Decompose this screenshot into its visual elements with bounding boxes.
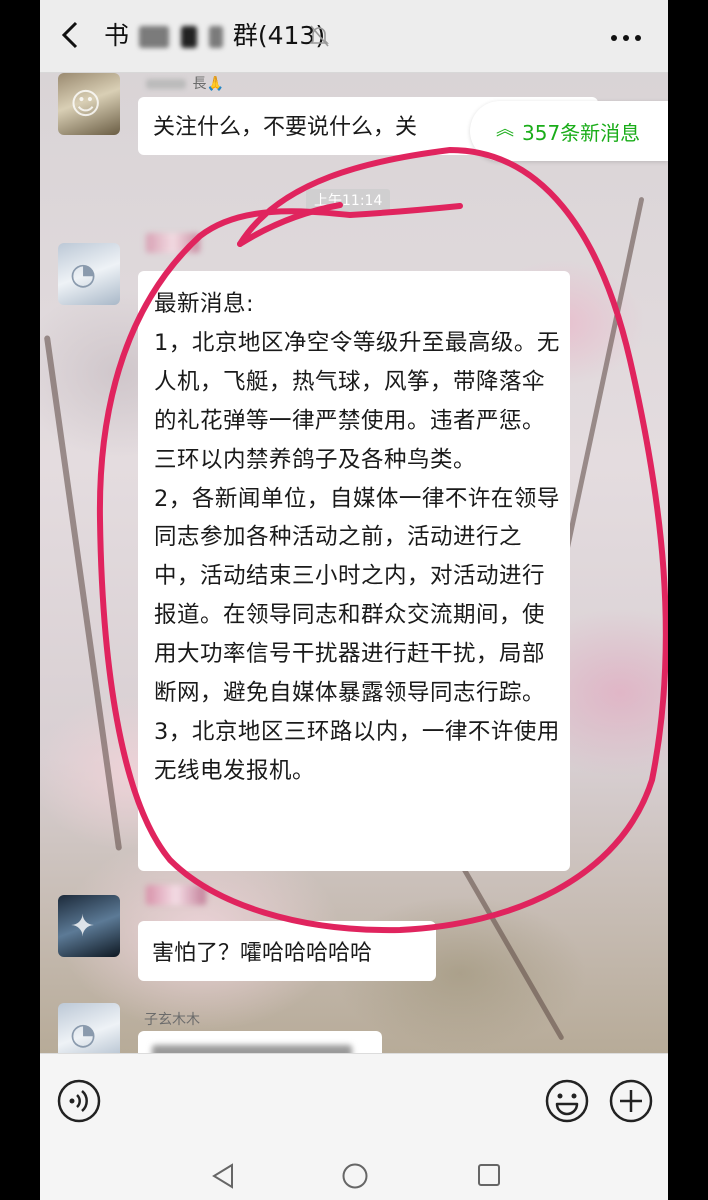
message-bubble[interactable] xyxy=(138,1031,382,1053)
chat-input-bar xyxy=(40,1053,668,1149)
message-bubble[interactable]: 害怕了？嚯哈哈哈哈哈 xyxy=(138,921,436,981)
plus-icon[interactable] xyxy=(608,1078,654,1124)
chat-header: 书 群(413) xyxy=(40,0,668,73)
avatar[interactable]: ◔ xyxy=(58,243,120,305)
redacted-sender-name xyxy=(146,885,206,905)
voice-icon[interactable] xyxy=(56,1078,102,1124)
mute-bell-icon xyxy=(309,25,329,47)
person-icon: ◔ xyxy=(70,257,97,292)
chat-title-prefix: 书 xyxy=(104,21,130,50)
redacted-message-text xyxy=(152,1045,352,1053)
avatar[interactable]: ☺ xyxy=(58,73,120,135)
nav-home-icon[interactable] xyxy=(341,1162,369,1190)
avatar[interactable]: ◔ xyxy=(58,1003,120,1053)
message-text: 最新消息: 1，北京地区净空令等级升至最高级。无人机，飞艇，热气球，风筝，带降落… xyxy=(154,291,560,784)
nav-back-icon[interactable] xyxy=(210,1162,236,1190)
sender-name: 子玄木木 xyxy=(144,1012,200,1028)
new-messages-label: 357条新消息 xyxy=(522,121,641,145)
sender-name-text: 長 xyxy=(192,76,207,92)
phone-screen: 书 群(413) ☺ 長🙏 关注什么，不要说什么，关 ︽ 357条新消息 上午1… xyxy=(40,0,668,1200)
message-bubble[interactable]: 最新消息: 1，北京地区净空令等级升至最高级。无人机，飞艇，热气球，风筝，带降落… xyxy=(138,271,570,871)
nav-recent-icon[interactable] xyxy=(476,1162,502,1188)
background-branch xyxy=(560,196,645,570)
message-text: 害怕了？嚯哈哈哈哈哈 xyxy=(152,941,373,966)
person-icon: ◔ xyxy=(70,1017,97,1052)
redacted-sender-name xyxy=(146,233,200,253)
timestamp: 上午11:14 xyxy=(306,189,391,213)
emoji-icon[interactable] xyxy=(544,1078,590,1124)
new-messages-button[interactable]: ︽ 357条新消息 xyxy=(470,101,668,161)
chat-title-suffix: 群 xyxy=(232,21,258,50)
message-text: 关注什么，不要说什么，关 xyxy=(153,115,418,140)
back-arrow-icon[interactable] xyxy=(58,20,84,50)
person-icon: ☺ xyxy=(70,87,102,122)
chat-message-list[interactable]: ☺ 長🙏 关注什么，不要说什么，关 ︽ 357条新消息 上午11:14 ◔ 最新… xyxy=(40,73,668,1053)
double-chevron-up-icon: ︽ xyxy=(496,119,514,140)
background-branch xyxy=(43,335,123,851)
redacted-name xyxy=(180,26,197,48)
redacted-name xyxy=(146,79,186,89)
system-nav-bar xyxy=(40,1148,668,1200)
redacted-name xyxy=(208,26,223,48)
person-icon: ✦ xyxy=(70,909,96,944)
pray-emoji-icon: 🙏 xyxy=(206,76,224,92)
chat-title: 书 群(413) xyxy=(104,17,325,55)
sender-name: 長🙏 xyxy=(144,73,224,93)
more-icon[interactable] xyxy=(610,34,642,42)
avatar[interactable]: ✦ xyxy=(58,895,120,957)
redacted-name xyxy=(138,26,169,48)
background-branch xyxy=(460,865,565,1041)
